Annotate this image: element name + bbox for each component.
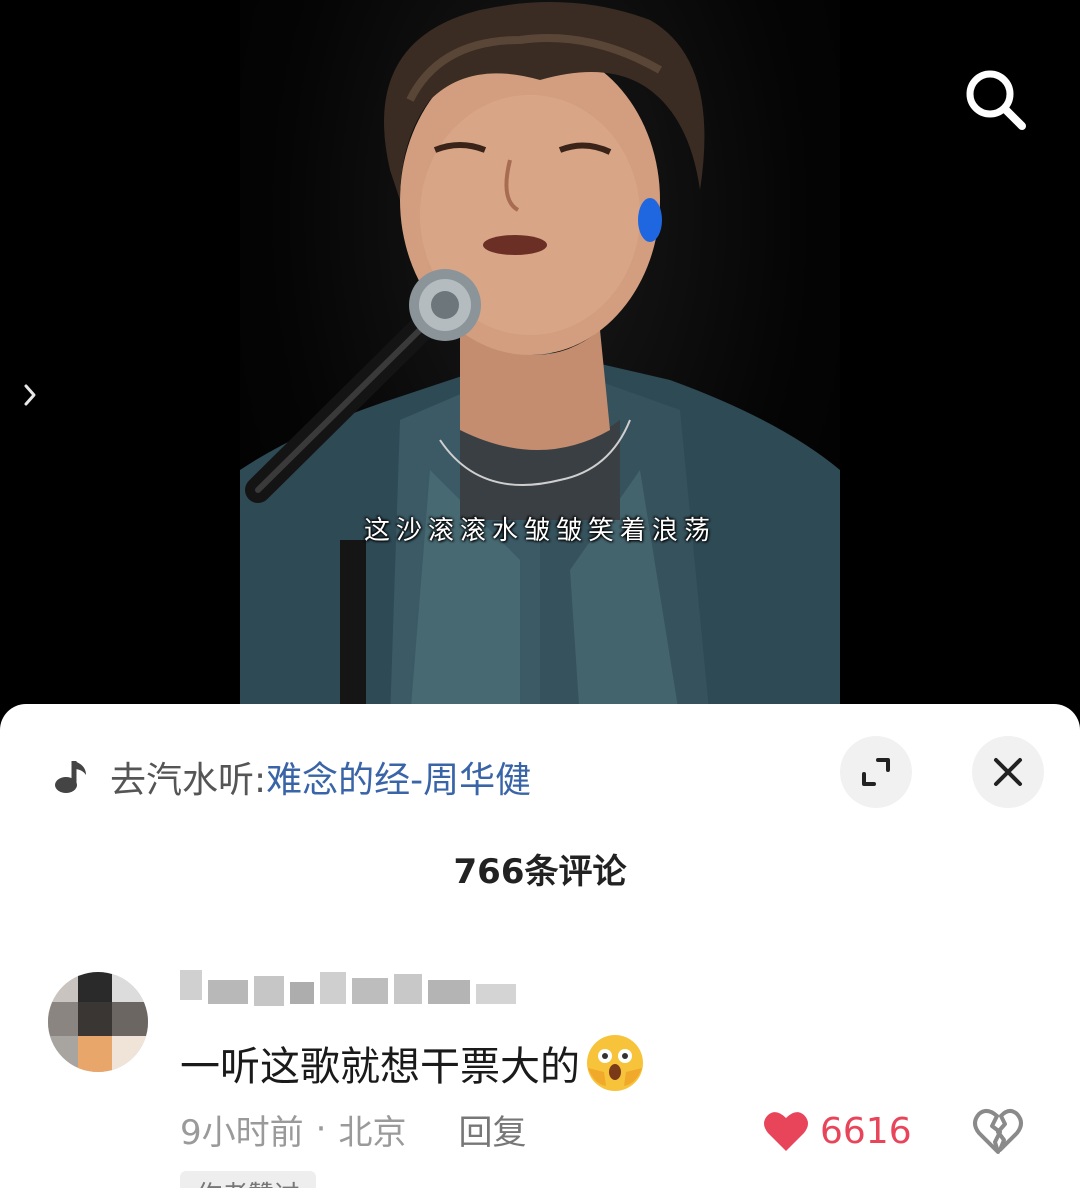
- comment-body: 一听这歌就想干票大的: [180, 1044, 580, 1090]
- chevron-right-icon[interactable]: [18, 380, 42, 410]
- video-frame: 这沙滚滚水皱皱笑着浪荡: [240, 0, 840, 720]
- comment-location: 北京: [338, 1112, 407, 1153]
- comment-text: 一听这歌就想干票大的: [180, 1032, 646, 1094]
- expand-icon: [862, 758, 890, 786]
- avatar[interactable]: [48, 972, 148, 1072]
- expand-button[interactable]: [840, 736, 912, 808]
- comment-time: 9小时前: [180, 1112, 304, 1153]
- close-button[interactable]: [972, 736, 1044, 808]
- video-player[interactable]: 这沙滚滚水皱皱笑着浪荡: [0, 0, 1080, 720]
- like-count: 6616: [820, 1110, 912, 1152]
- music-title[interactable]: 难念的经-周华健: [266, 751, 531, 803]
- broken-heart-icon: [973, 1109, 1023, 1154]
- search-button[interactable]: [960, 64, 1032, 136]
- comment-sheet: 去汽水听: 难念的经-周华健 766条评论 一听这歌就想干票大的 9小时前 · …: [0, 704, 1080, 1188]
- heart-icon: [764, 1112, 808, 1151]
- like-button[interactable]: 6616: [762, 1106, 912, 1156]
- comment-meta: 9小时前 · 北京 回复: [180, 1105, 526, 1154]
- performer-image: [240, 2, 840, 720]
- reply-button[interactable]: 回复: [458, 1105, 526, 1154]
- username-blurred[interactable]: [180, 966, 540, 1012]
- close-icon: [994, 758, 1022, 786]
- comment-item: 一听这歌就想干票大的 9小时前 · 北京 回复 6616: [48, 966, 1048, 1188]
- author-liked-tag: 作者赞过: [180, 1171, 317, 1188]
- comment-count: 766条评论: [453, 852, 627, 892]
- video-subtitle: 这沙滚滚水皱皱笑着浪荡: [363, 516, 716, 546]
- search-icon: [966, 70, 1026, 130]
- meta-separator: ·: [315, 1109, 327, 1149]
- dislike-button[interactable]: [972, 1106, 1024, 1156]
- face-with-open-eyes-and-hand-over-mouth-emoji: [587, 1035, 643, 1091]
- music-note-icon: [55, 761, 86, 793]
- music-link[interactable]: 去汽水听: 难念的经-周华健: [52, 752, 531, 802]
- music-prefix: 去汽水听:: [110, 760, 267, 801]
